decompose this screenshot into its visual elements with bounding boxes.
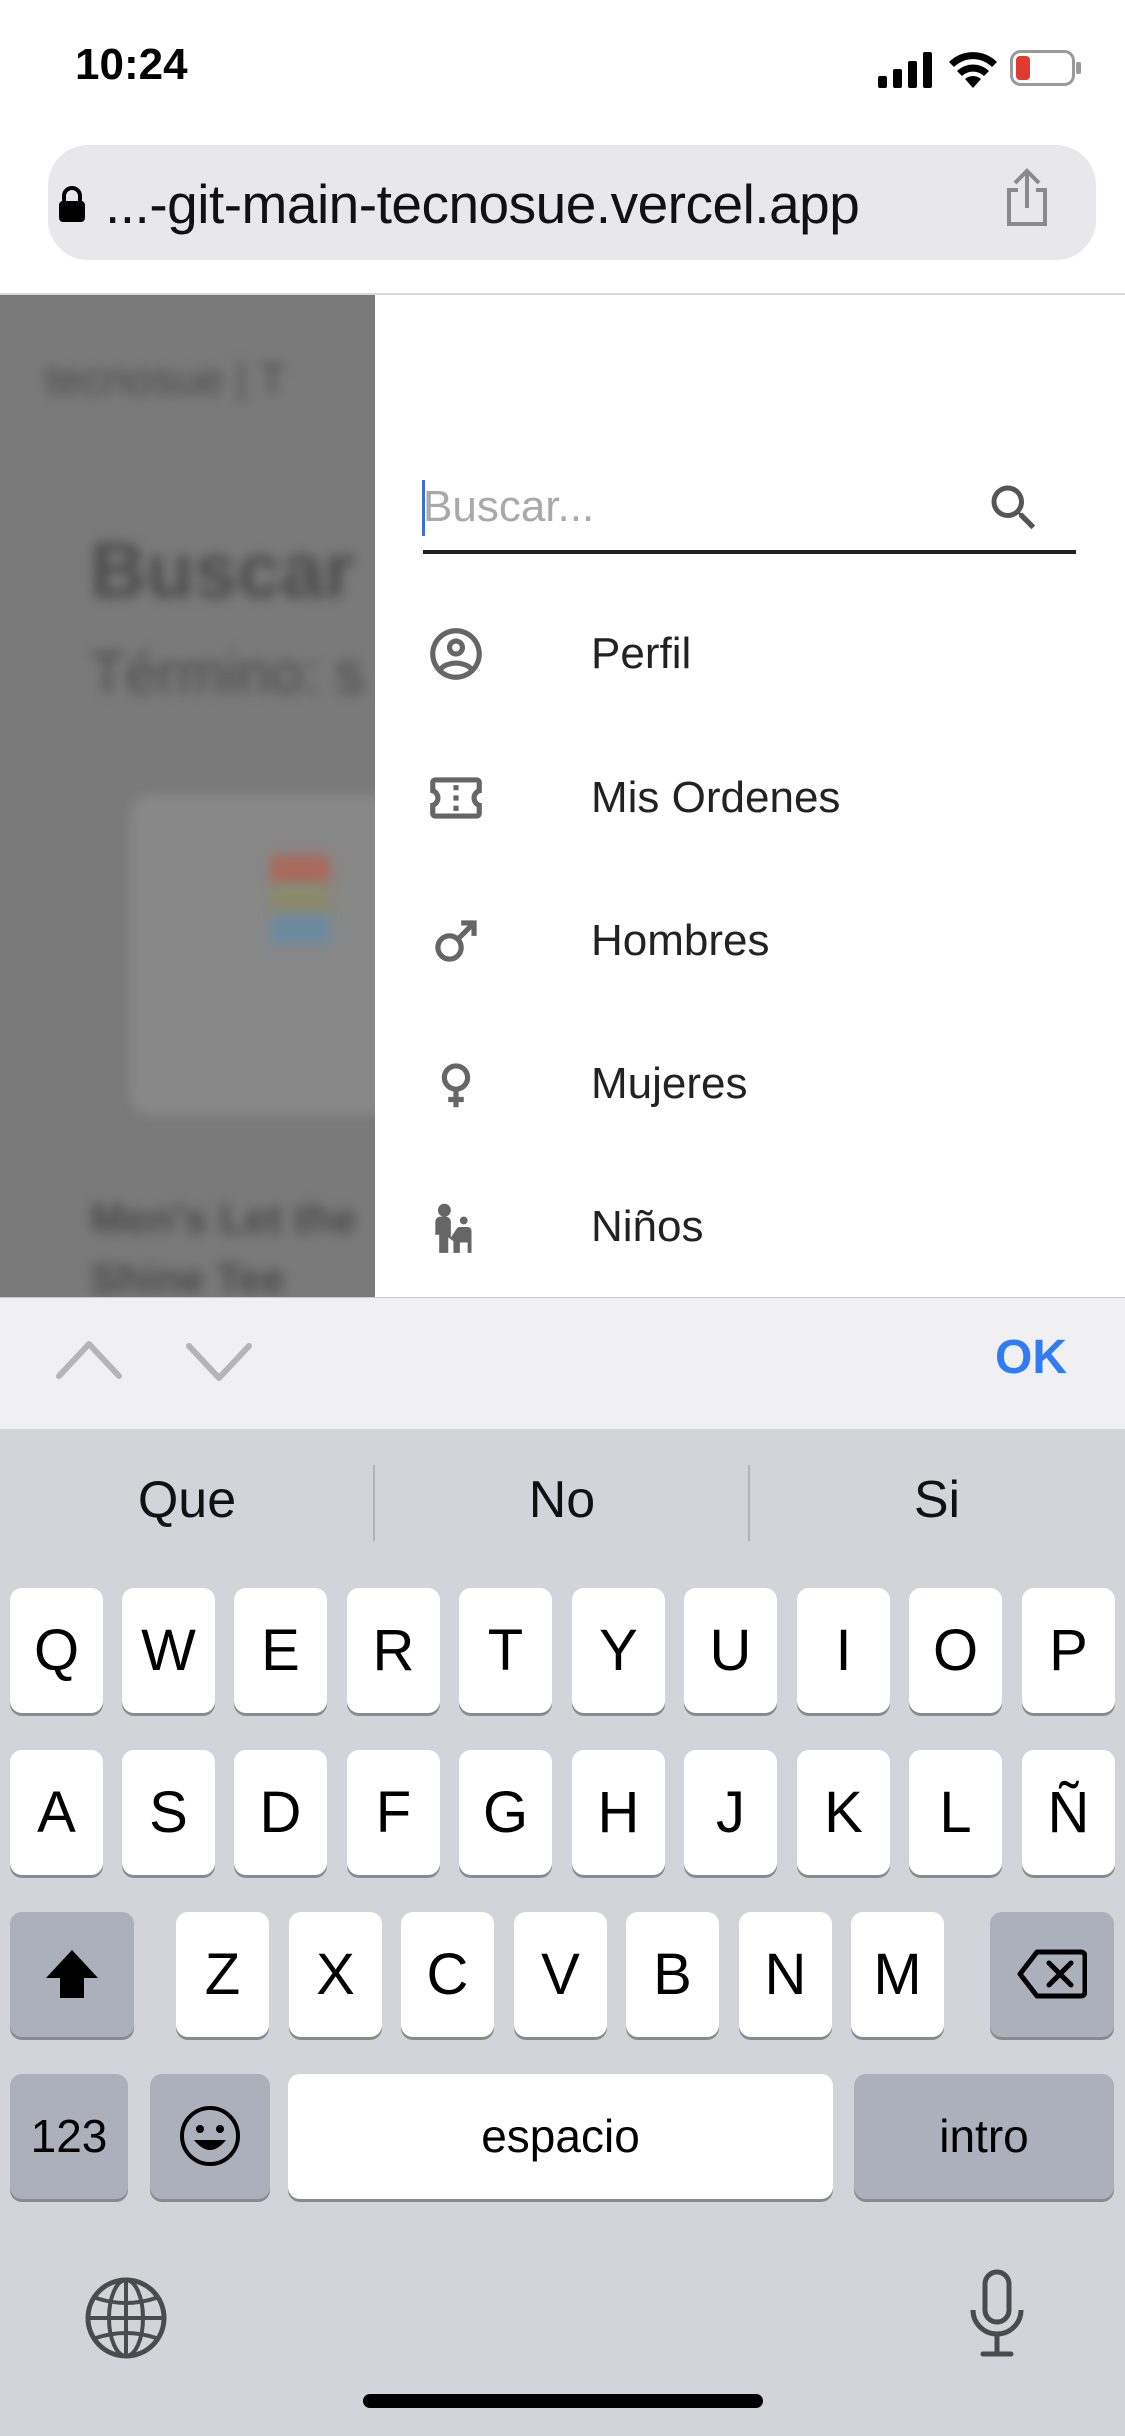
cellular-signal-icon: [878, 52, 932, 88]
menu-item-label: Niños: [591, 1202, 704, 1251]
key-d[interactable]: D: [234, 1750, 327, 1875]
page-overlay[interactable]: tecnosue | T Buscar Término: s Men's Let…: [0, 295, 375, 1297]
key-j[interactable]: J: [684, 1750, 777, 1875]
child-icon: [435, 1203, 472, 1253]
ok-button[interactable]: OK: [995, 1330, 1067, 1385]
background-breadcrumb: tecnosue | T: [45, 355, 286, 404]
key-z[interactable]: Z: [176, 1912, 269, 2037]
home-indicator: [363, 2394, 763, 2408]
status-time: 10:24: [75, 40, 188, 89]
menu-item-mis-ordenes[interactable]: Mis Ordenes: [375, 737, 1125, 857]
lock-icon: [59, 186, 85, 222]
globe-icon[interactable]: [84, 2276, 168, 2360]
ticket-icon: [430, 777, 482, 819]
key-a[interactable]: A: [10, 1750, 103, 1875]
emoji-icon: [180, 2106, 240, 2166]
url-text[interactable]: ...-git-main-tecnosue.vercel.app: [105, 172, 860, 236]
suggestion-3[interactable]: Si: [750, 1470, 1124, 1530]
key-p[interactable]: P: [1022, 1588, 1115, 1713]
backspace-key[interactable]: [990, 1912, 1114, 2037]
menu-item-perfil[interactable]: Perfil: [375, 593, 1125, 713]
background-heading: Buscar: [90, 526, 355, 614]
background-stripe-red: [270, 855, 330, 883]
key-c[interactable]: C: [401, 1912, 494, 2037]
search-underline: [423, 550, 1076, 554]
key-l[interactable]: L: [909, 1750, 1002, 1875]
wifi-icon: [949, 52, 997, 88]
key-h[interactable]: H: [572, 1750, 665, 1875]
menu-item-mujeres[interactable]: Mujeres: [375, 1023, 1125, 1143]
menu-item-label: Mis Ordenes: [591, 773, 841, 822]
battery-low-icon: [1010, 50, 1081, 86]
key-w[interactable]: W: [122, 1588, 215, 1713]
emoji-key[interactable]: [150, 2074, 270, 2199]
menu-item-label: Hombres: [591, 916, 770, 965]
key-o[interactable]: O: [909, 1588, 1002, 1713]
key-n[interactable]: N: [739, 1912, 832, 2037]
key-q[interactable]: Q: [10, 1588, 103, 1713]
chevron-down-icon[interactable]: [185, 1340, 253, 1384]
chevron-up-icon[interactable]: [55, 1336, 123, 1380]
male-icon: [435, 920, 477, 962]
suggestion-2[interactable]: No: [375, 1470, 749, 1530]
key-v[interactable]: V: [514, 1912, 607, 2037]
background-product-title: Men's Let the: [90, 1195, 357, 1242]
account-circle-icon: [430, 628, 482, 680]
numbers-key[interactable]: 123: [10, 2074, 128, 2199]
key-m[interactable]: M: [851, 1912, 944, 2037]
return-key[interactable]: intro: [854, 2074, 1114, 2199]
menu-item-label: Mujeres: [591, 1059, 748, 1108]
search-input[interactable]: [423, 472, 963, 542]
key-x[interactable]: X: [289, 1912, 382, 2037]
key-u[interactable]: U: [684, 1588, 777, 1713]
backspace-icon: [1017, 1949, 1088, 1999]
key-f[interactable]: F: [347, 1750, 440, 1875]
key-r[interactable]: R: [347, 1588, 440, 1713]
suggestion-1[interactable]: Que: [0, 1470, 374, 1530]
text-cursor: [422, 480, 425, 536]
menu-item-ninos[interactable]: Niños: [375, 1166, 1125, 1297]
key-b[interactable]: B: [626, 1912, 719, 2037]
microphone-icon[interactable]: [965, 2268, 1029, 2360]
search-icon[interactable]: [984, 478, 1044, 538]
key-s[interactable]: S: [122, 1750, 215, 1875]
key-i[interactable]: I: [797, 1588, 890, 1713]
background-product-image: [130, 795, 375, 1115]
shift-icon: [46, 1950, 98, 1998]
share-icon[interactable]: [1003, 168, 1051, 228]
space-key[interactable]: espacio: [288, 2074, 833, 2199]
menu-item-label: Perfil: [591, 629, 692, 678]
shift-key[interactable]: [10, 1912, 134, 2037]
background-product-title-line2: Shine Tee: [90, 1255, 286, 1297]
menu-item-hombres[interactable]: Hombres: [375, 880, 1125, 1000]
form-accessory-bar: [0, 1297, 1125, 1430]
background-stripe-blue: [270, 915, 330, 943]
background-stripe-yellow: [270, 885, 330, 913]
key-e[interactable]: E: [234, 1588, 327, 1713]
female-icon: [441, 1063, 471, 1108]
background-subheading: Término: s: [90, 641, 364, 706]
key-t[interactable]: T: [459, 1588, 552, 1713]
key-k[interactable]: K: [797, 1750, 890, 1875]
key-n-tilde[interactable]: Ñ: [1022, 1750, 1115, 1875]
key-y[interactable]: Y: [572, 1588, 665, 1713]
key-g[interactable]: G: [459, 1750, 552, 1875]
